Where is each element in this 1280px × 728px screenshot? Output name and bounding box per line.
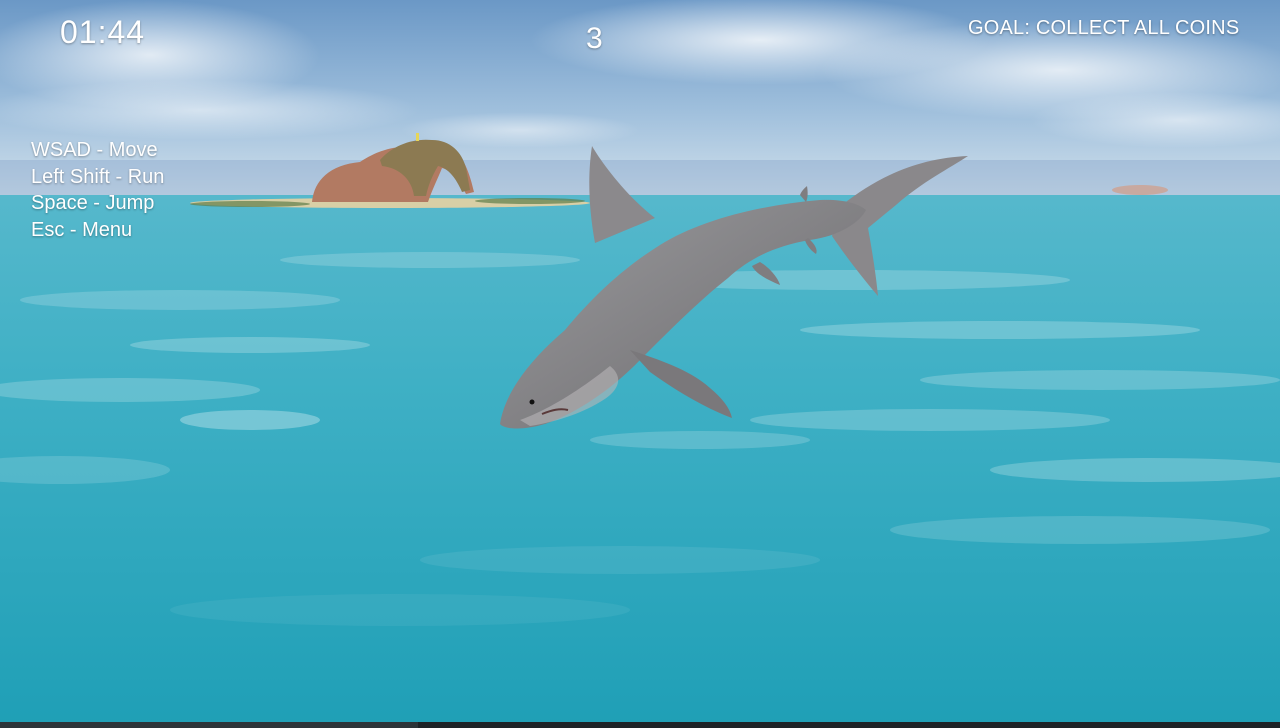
goal-text: GOAL: COLLECT ALL COINS bbox=[968, 17, 1240, 39]
bottom-bar-segment bbox=[0, 722, 418, 728]
control-hint-run: Left Shift - Run bbox=[31, 165, 165, 188]
control-hint-jump: Space - Jump bbox=[31, 192, 155, 214]
control-hint-move: WSAD - Move bbox=[31, 139, 158, 161]
timer-readout: 01:44 bbox=[60, 14, 146, 50]
distant-islet bbox=[1112, 185, 1168, 195]
coin-counter: 3 bbox=[586, 22, 603, 55]
control-hint-menu: Esc - Menu bbox=[31, 218, 133, 241]
game-scene bbox=[0, 0, 1280, 728]
controls-help: WSAD - Move Left Shift - Run Space - Jum… bbox=[31, 137, 164, 243]
bottom-bar bbox=[0, 722, 1280, 728]
